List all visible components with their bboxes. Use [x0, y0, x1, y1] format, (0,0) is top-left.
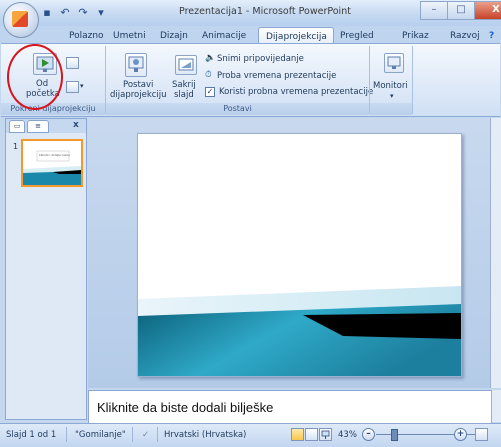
outline-tab[interactable]: ≡: [27, 120, 49, 133]
record-narration-icon: 🔈: [205, 53, 216, 63]
rehearse-timings-icon: ⏱: [205, 70, 212, 80]
custom-slideshow-icon[interactable]: [66, 81, 79, 93]
tab-umetni[interactable]: Umetni: [113, 31, 146, 41]
window-controls: – □ X: [420, 1, 501, 20]
redo-icon[interactable]: ↷: [76, 6, 90, 20]
thumbnail-title-text: Kliknite i dodajte naslov: [39, 153, 71, 157]
group-label-monitors: [370, 103, 412, 115]
tab-pregled[interactable]: Pregled: [340, 31, 374, 41]
setup-slideshow-icon: [125, 53, 147, 77]
status-separator: [157, 427, 158, 442]
spell-check-icon[interactable]: ✓: [142, 430, 149, 440]
maximize-button[interactable]: □: [447, 1, 475, 20]
monitor-screen-icon: [387, 56, 401, 69]
slideshow-view-icon[interactable]: [319, 428, 332, 441]
hidden-slide-icon: [178, 58, 194, 71]
language-indicator[interactable]: Hrvatski (Hrvatska): [164, 430, 246, 440]
setup-screen-icon: [128, 56, 144, 72]
record-narration-button[interactable]: Snimi pripovijedanje: [217, 54, 304, 64]
tab-animacije[interactable]: Animacije: [202, 31, 246, 41]
customize-qat-icon[interactable]: ▾: [94, 6, 108, 20]
hide-slide-label-2[interactable]: slajd: [174, 90, 194, 100]
slides-tab[interactable]: ▭: [9, 120, 25, 133]
monitors-dropdown-arrow-icon[interactable]: ▾: [390, 92, 394, 100]
slide-background-waves: [138, 286, 461, 376]
group-label-start-slideshow: Pokreni dijaprojekciju: [1, 103, 105, 115]
vertical-scrollbar[interactable]: [490, 118, 501, 388]
office-button[interactable]: [3, 2, 39, 38]
normal-view-icon[interactable]: [291, 428, 304, 441]
help-icon[interactable]: ?: [489, 31, 494, 41]
slide-thumbnail[interactable]: Kliknite i dodajte naslov: [21, 139, 83, 187]
slide-thumbnail-number: 1: [13, 142, 19, 151]
monitors-icon: [384, 53, 404, 73]
close-button[interactable]: X: [474, 1, 501, 20]
fit-to-window-icon[interactable]: [475, 428, 488, 441]
group-label-setup: Postavi: [106, 103, 369, 115]
custom-slideshow-arrow-icon[interactable]: ▾: [80, 82, 84, 90]
rehearse-timings-button[interactable]: Proba vremena prezentacije: [217, 71, 336, 81]
setup-slideshow-label-1[interactable]: Postavi: [123, 80, 153, 90]
slide-canvas[interactable]: [137, 133, 462, 377]
hide-slide-label-1[interactable]: Sakrij: [172, 80, 196, 90]
status-separator: [132, 427, 133, 442]
setup-slideshow-label-2[interactable]: dijaprojekciju: [110, 90, 167, 100]
group-separator: [412, 46, 413, 114]
slide-sorter-view-icon[interactable]: [305, 428, 318, 441]
monitors-button[interactable]: Monitori: [373, 81, 408, 91]
tab-dijaprojekcija-label: Dijaprojekcija: [266, 32, 327, 42]
use-rehearsed-timings-checkbox[interactable]: ✓: [205, 87, 215, 97]
tab-razvoj[interactable]: Razvoj: [450, 31, 480, 41]
theme-name: "Gomilanje": [75, 430, 126, 440]
save-icon[interactable]: ▪: [40, 6, 54, 20]
projector-screen-icon: [321, 430, 330, 439]
use-rehearsed-timings-label[interactable]: Koristi probna vremena prezentacije: [219, 87, 373, 97]
undo-icon[interactable]: ↶: [58, 6, 72, 20]
zoom-slider-thumb[interactable]: [391, 429, 399, 441]
slide-counter: Slajd 1 od 1: [6, 430, 57, 440]
zoom-level[interactable]: 43%: [338, 430, 357, 440]
from-current-slide-icon[interactable]: [66, 57, 79, 69]
window-title: Prezentacija1 - Microsoft PowerPoint: [179, 6, 351, 17]
office-logo-icon: [12, 11, 28, 27]
tab-prikaz[interactable]: Prikaz: [402, 31, 429, 41]
tab-polazno[interactable]: Polazno: [69, 31, 104, 41]
close-pane-icon[interactable]: x: [73, 120, 79, 130]
status-separator: [66, 427, 67, 442]
notes-placeholder[interactable]: Kliknite da biste dodali bilješke: [97, 400, 273, 415]
zoom-out-button[interactable]: –: [362, 428, 375, 441]
red-annotation-circle-from-start: [7, 44, 63, 110]
quick-access-toolbar: ▪ ↶ ↷ ▾: [40, 4, 108, 22]
zoom-in-button[interactable]: +: [454, 428, 467, 441]
notes-scrollbar[interactable]: [491, 390, 501, 422]
thumbnail-preview: Kliknite i dodajte naslov: [23, 150, 81, 185]
hide-slide-icon: [175, 55, 197, 75]
tab-dizajn[interactable]: Dizajn: [160, 31, 188, 41]
minimize-button[interactable]: –: [420, 1, 448, 20]
